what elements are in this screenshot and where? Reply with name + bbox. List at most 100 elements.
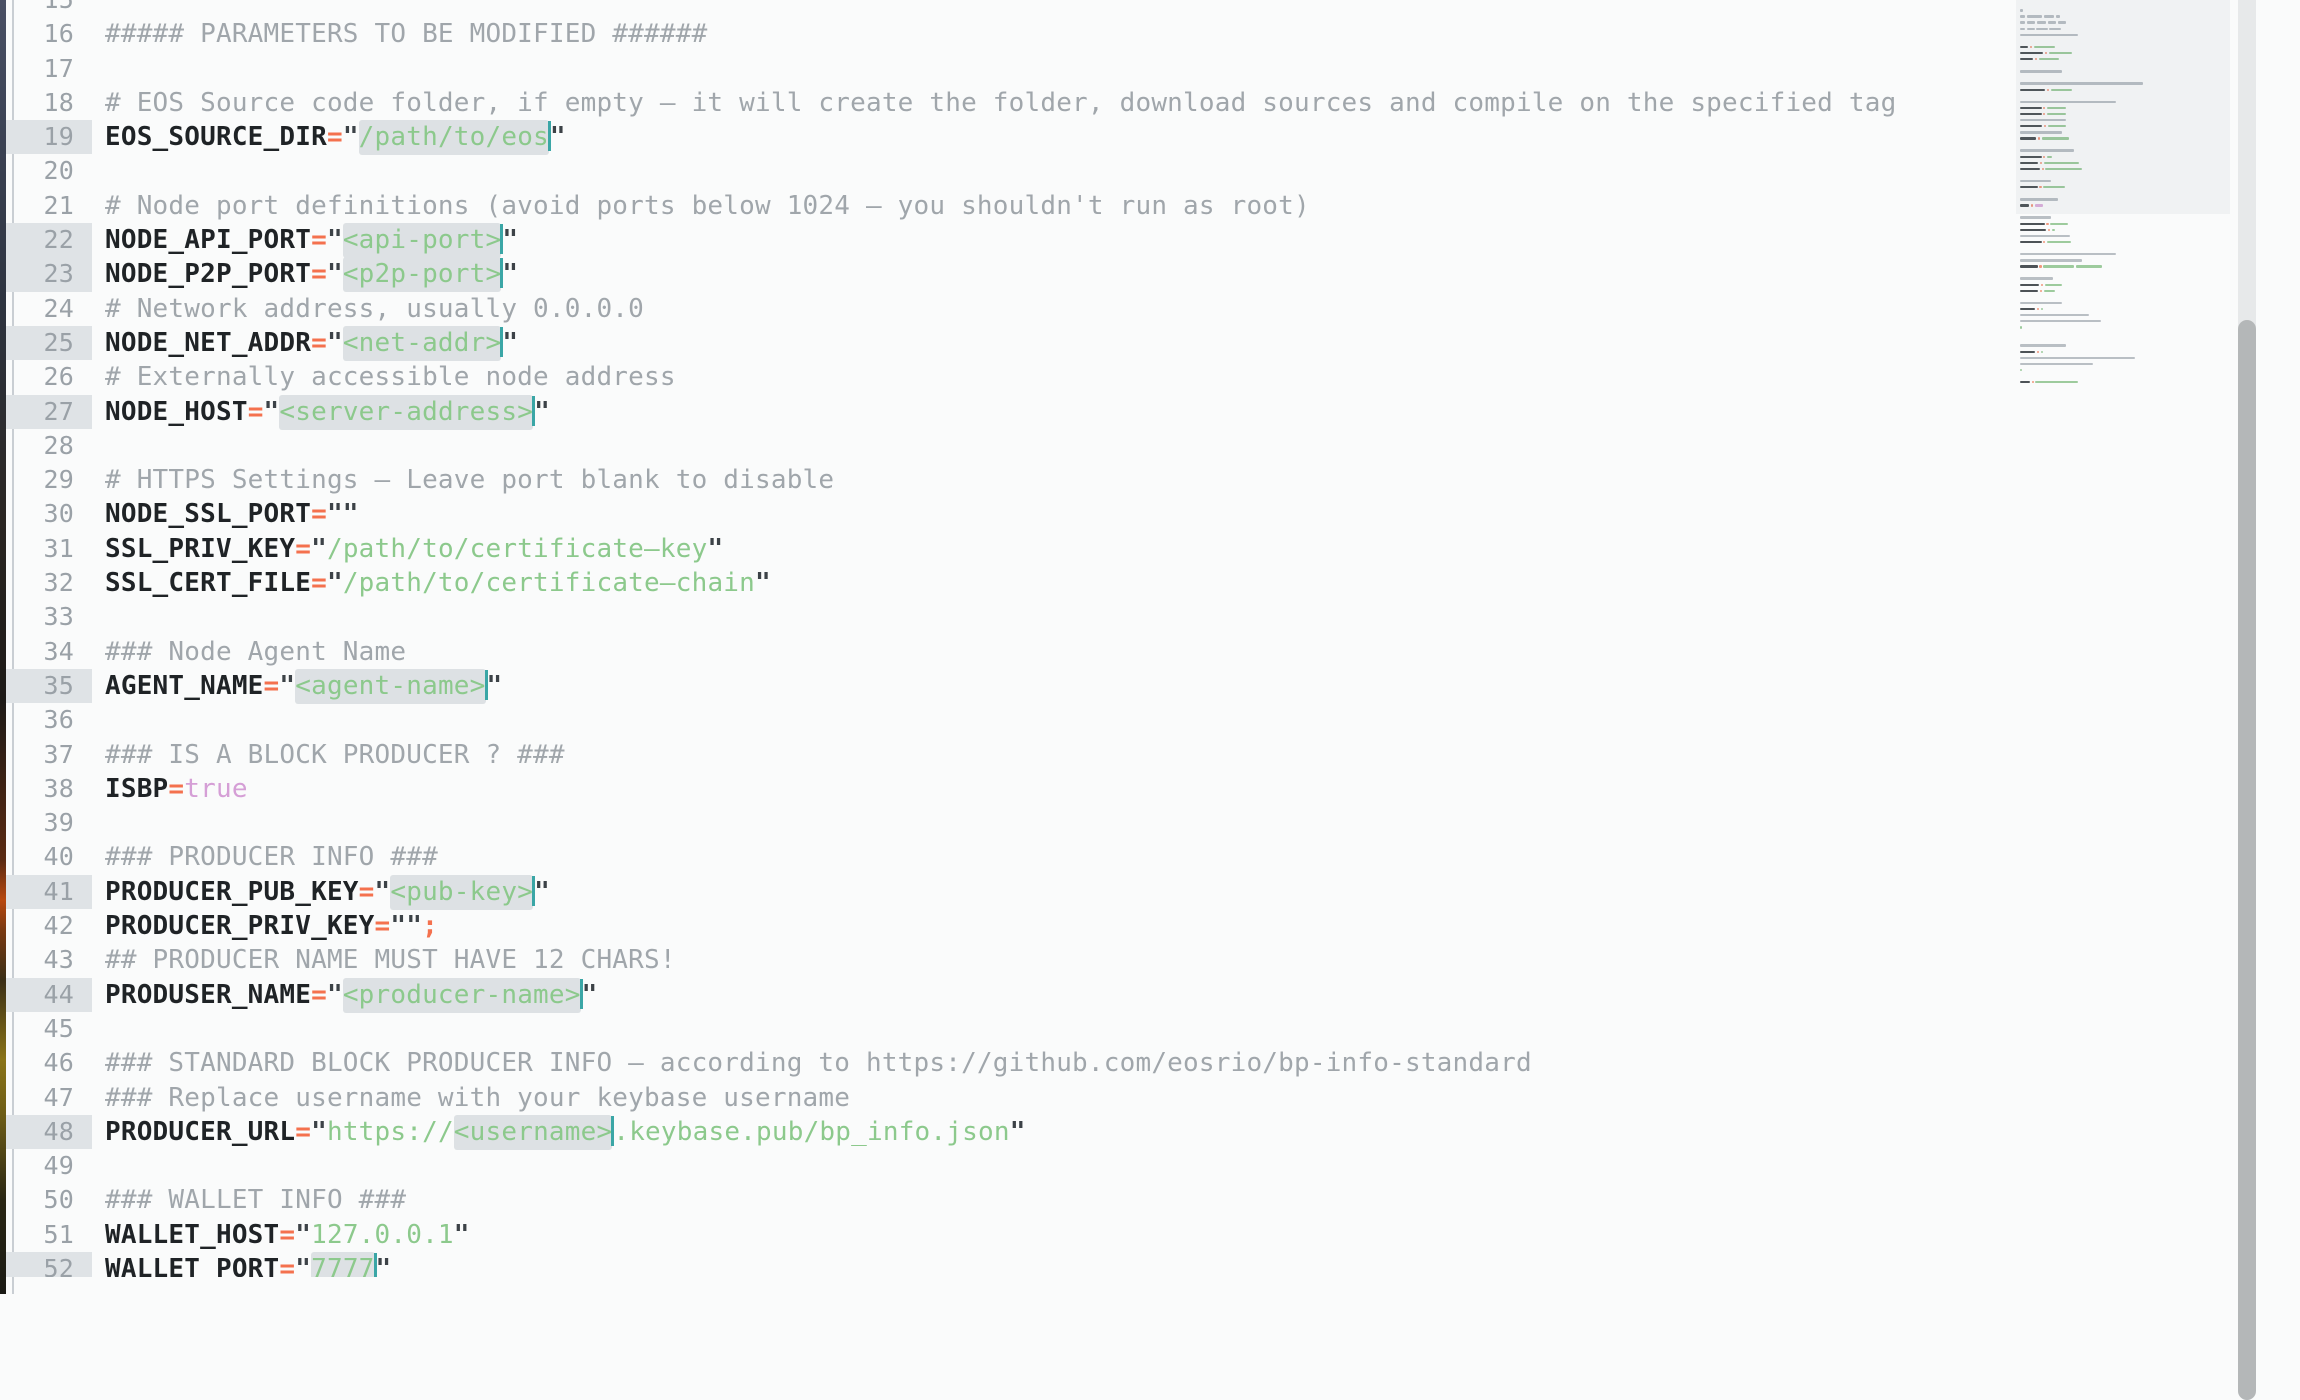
code-line[interactable]: 31 SSL_PRIV_KEY="/path/to/certificate–key… — [6, 532, 2056, 566]
code-line[interactable]: 34 ### Node Agent Name — [6, 635, 2056, 669]
code-line[interactable]: 36 — [6, 703, 2056, 737]
quote-token: " — [502, 225, 519, 256]
minimap-token — [2020, 289, 2039, 292]
code-line-content[interactable]: ### IS A BLOCK PRODUCER ? ### — [92, 738, 565, 772]
code-line-content[interactable]: NODE_HOST="<server-address>" — [92, 394, 550, 430]
code-line-content[interactable] — [92, 52, 105, 86]
code-line[interactable]: 18 # EOS Source code folder, if empty – i… — [6, 86, 2056, 120]
code-line[interactable]: 25 NODE_NET_ADDR="<net-addr>" — [6, 325, 2056, 361]
code-line-content[interactable]: SSL_PRIV_KEY="/path/to/certificate–key" — [92, 532, 723, 566]
code-line[interactable]: 19 EOS_SOURCE_DIR="/path/to/eos" — [6, 120, 2056, 156]
code-line[interactable]: 41 PRODUCER_PUB_KEY="<pub-key>" — [6, 874, 2056, 910]
minimap-viewport-slider[interactable] — [2016, 0, 2230, 214]
code-line[interactable]: 49 — [6, 1149, 2056, 1183]
code-line[interactable]: 15 — [6, 0, 2056, 17]
code-line-content[interactable]: AGENT_NAME="<agent-name>" — [92, 668, 502, 704]
code-line[interactable]: 24 # Network address, usually 0.0.0.0 — [6, 292, 2056, 326]
code-line[interactable]: 28 — [6, 429, 2056, 463]
code-line[interactable]: 17 — [6, 52, 2056, 86]
code-line[interactable]: 16 ##### PARAMETERS TO BE MODIFIED ###### — [6, 17, 2056, 51]
code-line[interactable]: 20 — [6, 154, 2056, 188]
code-line[interactable]: 47 ### Replace username with your keybase… — [6, 1081, 2056, 1115]
line-number: 30 — [43, 499, 74, 529]
code-line-content[interactable]: ### Replace username with your keybase u… — [92, 1081, 850, 1115]
code-line-content[interactable]: # Externally accessible node address — [92, 360, 676, 394]
quote-token: " — [755, 568, 771, 599]
code-line-content[interactable]: ### STANDARD BLOCK PRODUCER INFO – accor… — [92, 1046, 1532, 1080]
code-line[interactable]: 40 ### PRODUCER INFO ### — [6, 840, 2056, 874]
line-number: 46 — [43, 1048, 74, 1078]
code-line[interactable]: 45 — [6, 1012, 2056, 1046]
code-line-content[interactable]: # HTTPS Settings – Leave port blank to d… — [92, 463, 834, 497]
code-editor[interactable]: 15 16 ##### PARAMETERS TO BE MODIFIED ####… — [6, 0, 2300, 1400]
vertical-scrollbar-thumb[interactable] — [2238, 320, 2256, 1400]
code-line[interactable]: 33 — [6, 600, 2056, 634]
variable-token: PRODUCER_URL — [105, 1116, 296, 1147]
code-line-content[interactable] — [92, 1149, 105, 1183]
quote-token: " — [326, 979, 343, 1010]
code-line[interactable]: 44 PRODUSER_NAME="<producer-name>" — [6, 977, 2056, 1013]
code-line-content[interactable]: PRODUCER_URL="https://<username>.keybase… — [92, 1114, 1026, 1150]
code-line-content[interactable]: PRODUCER_PUB_KEY="<pub-key>" — [92, 874, 550, 910]
code-line-content[interactable]: EOS_SOURCE_DIR="/path/to/eos" — [92, 120, 566, 156]
code-line-content[interactable]: NODE_API_PORT="<api-port>" — [92, 223, 519, 259]
code-line[interactable]: 50 ### WALLET INFO ### — [6, 1183, 2056, 1217]
code-line[interactable]: 23 NODE_P2P_PORT="<p2p-port>" — [6, 257, 2056, 293]
line-number: 26 — [43, 362, 74, 392]
code-line-content[interactable]: ### Node Agent Name — [92, 635, 406, 669]
code-line-content[interactable]: WALLET_PORT="7777" — [92, 1251, 391, 1277]
code-line[interactable]: 38 ISBP=true — [6, 772, 2056, 806]
variable-token: NODE_NET_ADDR — [105, 327, 312, 358]
code-line-content[interactable]: ### WALLET INFO ### — [92, 1183, 406, 1217]
code-line[interactable]: 30 NODE_SSL_PORT="" — [6, 497, 2056, 531]
code-line-content[interactable] — [92, 806, 105, 840]
code-line-content[interactable] — [92, 429, 105, 463]
code-line-content[interactable]: SSL_CERT_FILE="/path/to/certificate–chai… — [92, 566, 771, 600]
code-line[interactable]: 22 NODE_API_PORT="<api-port>" — [6, 223, 2056, 259]
code-lines-container[interactable]: 15 16 ##### PARAMETERS TO BE MODIFIED ####… — [6, 0, 2056, 1277]
code-line-content[interactable] — [92, 1012, 105, 1046]
code-line[interactable]: 51 WALLET_HOST="127.0.0.1" — [6, 1218, 2056, 1252]
code-line[interactable]: 43 ## PRODUCER NAME MUST HAVE 12 CHARS! — [6, 943, 2056, 977]
code-line[interactable]: 32 SSL_CERT_FILE="/path/to/certificate–ch… — [6, 566, 2056, 600]
code-line[interactable]: 26 # Externally accessible node address — [6, 360, 2056, 394]
code-line[interactable]: 37 ### IS A BLOCK PRODUCER ? ### — [6, 738, 2056, 772]
string-token: <agent-name> — [295, 668, 486, 704]
code-line-content[interactable]: ### PRODUCER INFO ### — [92, 840, 438, 874]
line-number: 41 — [6, 874, 92, 910]
code-line-content[interactable] — [92, 600, 105, 634]
quote-token: " — [311, 533, 327, 564]
code-line-content[interactable]: NODE_NET_ADDR="<net-addr>" — [92, 325, 518, 361]
code-line-content[interactable]: NODE_P2P_PORT="<p2p-port>" — [92, 257, 518, 293]
code-line-content[interactable]: PRODUCER_PRIV_KEY=""; — [92, 909, 438, 943]
code-line-content[interactable]: ##### PARAMETERS TO BE MODIFIED ###### — [92, 17, 707, 51]
operator-token: = — [358, 876, 375, 907]
line-number: 43 — [43, 945, 74, 975]
code-line[interactable]: 21 # Node port definitions (avoid ports b… — [6, 189, 2056, 223]
code-line[interactable]: 27 NODE_HOST="<server-address>" — [6, 394, 2056, 430]
code-line-content[interactable] — [92, 0, 105, 17]
code-line-content[interactable]: ISBP=true — [92, 772, 248, 806]
line-number: 34 — [43, 636, 74, 666]
code-line[interactable]: 39 — [6, 806, 2056, 840]
code-line[interactable]: 29 # HTTPS Settings – Leave port blank to… — [6, 463, 2056, 497]
code-line-content[interactable] — [92, 703, 105, 737]
code-line[interactable]: 48 PRODUCER_URL="https://<username>.keyba… — [6, 1114, 2056, 1150]
code-line[interactable]: 46 ### STANDARD BLOCK PRODUCER INFO – acc… — [6, 1046, 2056, 1080]
code-line-content[interactable]: # Node port definitions (avoid ports bel… — [92, 189, 1310, 223]
code-line-content[interactable]: ## PRODUCER NAME MUST HAVE 12 CHARS! — [92, 943, 676, 977]
code-line-content[interactable]: # Network address, usually 0.0.0.0 — [92, 292, 644, 326]
quote-token: " — [1009, 1116, 1026, 1147]
code-line[interactable]: 52 WALLET_PORT="7777" — [6, 1251, 2056, 1277]
code-line-content[interactable]: # EOS Source code folder, if empty – it … — [92, 86, 1896, 120]
code-minimap[interactable] — [2016, 0, 2230, 1294]
code-line-content[interactable] — [92, 154, 105, 188]
quote-token: " — [311, 1116, 327, 1147]
code-line-content[interactable]: WALLET_HOST="127.0.0.1" — [92, 1218, 470, 1252]
code-line[interactable]: 35 AGENT_NAME="<agent-name>" — [6, 668, 2056, 704]
variable-token: WALLET_HOST — [105, 1219, 280, 1250]
code-line-content[interactable]: PRODUSER_NAME="<producer-name>" — [92, 977, 597, 1013]
minimap-line — [2016, 372, 2230, 384]
code-line-content[interactable]: NODE_SSL_PORT="" — [92, 497, 359, 531]
code-line[interactable]: 42 PRODUCER_PRIV_KEY=""; — [6, 909, 2056, 943]
